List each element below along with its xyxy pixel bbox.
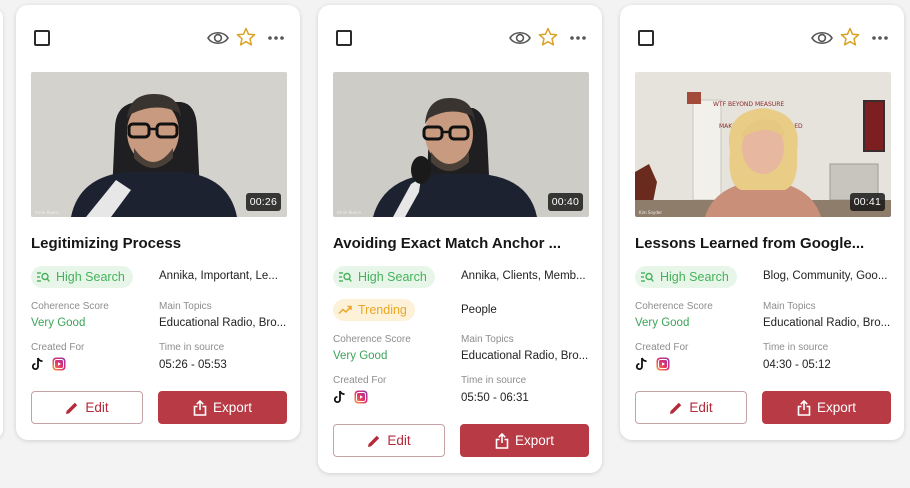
svg-text:Kim Snyder: Kim Snyder (639, 210, 662, 215)
edit-button[interactable]: Edit (31, 391, 143, 424)
svg-text:Arnie Kuenn: Arnie Kuenn (337, 210, 362, 215)
search-chart-icon (339, 272, 352, 282)
video-thumbnail[interactable]: Arnie Kuenn 00:40 (333, 72, 589, 217)
duration-badge: 00:26 (245, 193, 281, 211)
edit-label: Edit (85, 400, 109, 415)
edit-button[interactable]: Edit (635, 391, 747, 424)
more-options-icon[interactable] (569, 35, 587, 41)
pencil-icon (368, 435, 380, 447)
high-search-badge: High Search (635, 266, 737, 288)
svg-text:WTF BEYOND MEASURE: WTF BEYOND MEASURE (713, 101, 784, 108)
card-toolbar (318, 5, 602, 65)
share-icon (193, 399, 207, 416)
video-thumbnail[interactable]: WTF BEYOND MEASURE MAKE IT MATTER FEATUR… (635, 72, 891, 217)
badge-label: High Search (358, 270, 427, 284)
duration-badge: 00:40 (547, 193, 583, 211)
star-icon[interactable] (538, 27, 558, 47)
export-label: Export (514, 433, 555, 448)
clip-title: Avoiding Exact Match Anchor ... (333, 235, 562, 252)
pencil-icon (670, 402, 682, 414)
platform-icons (333, 390, 368, 404)
star-icon[interactable] (236, 27, 256, 47)
select-checkbox[interactable] (638, 30, 654, 46)
tags-value-2: People (461, 304, 497, 316)
clip-title: Legitimizing Process (31, 235, 182, 252)
edit-label: Edit (689, 400, 713, 415)
topics-label: Main Topics (461, 334, 514, 345)
time-in-source-value: 05:26 - 05:53 (159, 359, 227, 371)
topics-value: Educational Radio, Bro... (461, 350, 589, 362)
more-options-icon[interactable] (871, 35, 889, 41)
select-checkbox[interactable] (336, 30, 352, 46)
time-in-source-label: Time in source (159, 342, 225, 353)
topics-label: Main Topics (763, 301, 816, 312)
tags-value: Blog, Community, Goo... (763, 270, 888, 282)
topics-value: Educational Radio, Bro... (159, 317, 287, 329)
tags-value: Annika, Clients, Memb... (461, 270, 586, 282)
eye-icon[interactable] (509, 29, 531, 47)
high-search-badge: High Search (333, 266, 435, 288)
previous-card-edge (0, 8, 3, 439)
tiktok-icon (635, 357, 647, 370)
tiktok-icon (31, 357, 43, 370)
topics-label: Main Topics (159, 301, 212, 312)
edit-button[interactable]: Edit (333, 424, 445, 457)
clip-card-3: WTF BEYOND MEASURE MAKE IT MATTER FEATUR… (620, 5, 904, 440)
export-button[interactable]: Export (158, 391, 287, 424)
card-toolbar (16, 5, 300, 65)
time-in-source-value: 05:50 - 06:31 (461, 392, 529, 404)
instagram-reels-icon (52, 357, 66, 371)
time-in-source-label: Time in source (763, 342, 829, 353)
clip-card-2: Arnie Kuenn 00:40 Avoiding Exact Match A… (318, 5, 602, 473)
search-chart-icon (37, 272, 50, 282)
share-icon (495, 432, 509, 449)
trending-icon (338, 305, 352, 315)
created-for-label: Created For (31, 342, 85, 353)
export-label: Export (816, 400, 857, 415)
video-thumbnail[interactable]: Arnie Kuenn 00:26 (31, 72, 287, 217)
coherence-value: Very Good (635, 317, 690, 329)
badge-label: Trending (358, 303, 407, 317)
high-search-badge: High Search (31, 266, 133, 288)
tags-value: Annika, Important, Le... (159, 270, 278, 282)
clip-card-1: Arnie Kuenn 00:26 Legitimizing Process H… (16, 5, 300, 440)
card-toolbar (620, 5, 904, 65)
created-for-label: Created For (635, 342, 689, 353)
share-icon (797, 399, 811, 416)
clip-title: Lessons Learned from Google... (635, 235, 865, 252)
platform-icons (31, 357, 66, 371)
coherence-label: Coherence Score (31, 301, 109, 312)
pencil-icon (66, 402, 78, 414)
eye-icon[interactable] (811, 29, 833, 47)
badge-label: High Search (660, 270, 729, 284)
edit-label: Edit (387, 433, 411, 448)
coherence-label: Coherence Score (333, 334, 411, 345)
star-icon[interactable] (840, 27, 860, 47)
export-button[interactable]: Export (762, 391, 891, 424)
instagram-reels-icon (656, 357, 670, 371)
time-in-source-value: 04:30 - 05:12 (763, 359, 831, 371)
instagram-reels-icon (354, 390, 368, 404)
svg-text:Arnie Kuenn: Arnie Kuenn (35, 210, 60, 215)
coherence-value: Very Good (31, 317, 86, 329)
duration-badge: 00:41 (849, 193, 885, 211)
trending-badge: Trending (333, 299, 415, 321)
topics-value: Educational Radio, Bro... (763, 317, 891, 329)
select-checkbox[interactable] (34, 30, 50, 46)
badge-label: High Search (56, 270, 125, 284)
coherence-label: Coherence Score (635, 301, 713, 312)
tiktok-icon (333, 390, 345, 403)
export-button[interactable]: Export (460, 424, 589, 457)
created-for-label: Created For (333, 375, 387, 386)
eye-icon[interactable] (207, 29, 229, 47)
time-in-source-label: Time in source (461, 375, 527, 386)
export-label: Export (212, 400, 253, 415)
coherence-value: Very Good (333, 350, 388, 362)
search-chart-icon (641, 272, 654, 282)
more-options-icon[interactable] (267, 35, 285, 41)
platform-icons (635, 357, 670, 371)
